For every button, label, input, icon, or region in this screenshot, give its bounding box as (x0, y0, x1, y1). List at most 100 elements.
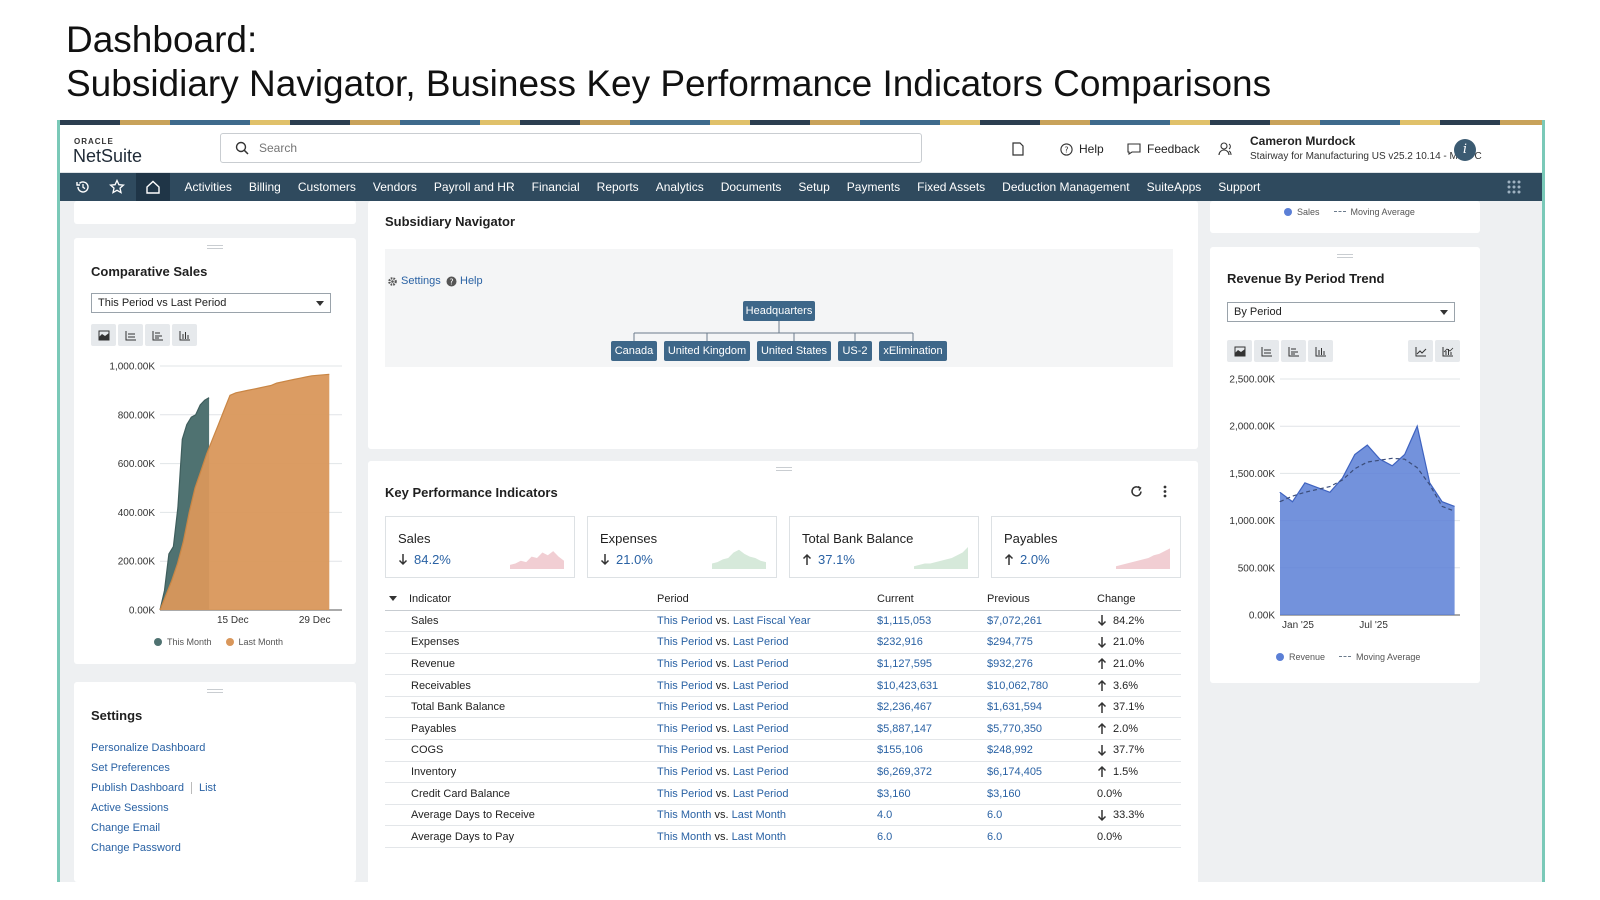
drag-handle[interactable] (776, 467, 792, 471)
previous-value-cell[interactable]: $6,174,405 (987, 761, 1097, 784)
column-header-previous[interactable]: Previous (987, 589, 1097, 611)
period-link[interactable]: This Period (657, 766, 713, 778)
column-chart-button[interactable] (1308, 340, 1333, 362)
publish-dashboard-link[interactable]: Publish Dashboard (91, 782, 184, 794)
nav-item[interactable]: Setup (790, 180, 838, 194)
subsidiary-help-link[interactable]: ? Help (446, 275, 483, 287)
compare-period-link[interactable]: Last Period (733, 636, 789, 648)
org-node-xelimination[interactable]: xElimination (879, 341, 947, 361)
column-header-indicator[interactable]: Indicator (385, 589, 657, 611)
drag-handle[interactable] (207, 245, 223, 249)
previous-value-cell[interactable]: $248,992 (987, 739, 1097, 762)
help-button[interactable]: ? Help (1060, 142, 1104, 156)
compare-period-link[interactable]: Last Fiscal Year (733, 615, 811, 627)
table-row[interactable]: Expenses This Period vs. Last Period $23… (385, 631, 1181, 654)
user-icon[interactable] (1218, 142, 1234, 156)
current-value-cell[interactable]: 4.0 (877, 804, 987, 827)
area-chart-button[interactable] (1227, 340, 1252, 362)
nav-item[interactable]: Documents (712, 180, 790, 194)
legend-moving-average[interactable]: Moving Average (1339, 652, 1420, 662)
org-node-us-2[interactable]: US-2 (838, 341, 872, 361)
table-row[interactable]: Payables This Period vs. Last Period $5,… (385, 717, 1181, 741)
kpi-card[interactable]: Expenses 21.0% (587, 516, 777, 578)
favorites-button[interactable] (100, 173, 134, 201)
global-search[interactable] (220, 133, 922, 163)
compare-period-link[interactable]: Last Period (733, 701, 789, 713)
drag-handle[interactable] (1337, 254, 1353, 258)
line-chart-button[interactable] (1254, 340, 1279, 362)
subsidiary-settings-link[interactable]: Settings (387, 275, 441, 287)
table-row[interactable]: Credit Card Balance This Period vs. Last… (385, 782, 1181, 805)
org-node-united-states[interactable]: United States (757, 341, 831, 361)
previous-value-cell[interactable]: $10,062,780 (987, 674, 1097, 697)
legend-last-month[interactable]: Last Month (225, 637, 283, 647)
current-value-cell[interactable]: $232,916 (877, 631, 987, 654)
previous-value-cell[interactable]: $932,276 (987, 653, 1097, 676)
period-link[interactable]: This Period (657, 744, 713, 756)
period-link[interactable]: This Period (657, 701, 713, 713)
bar-chart-button[interactable] (145, 324, 170, 346)
trendline-button[interactable] (1408, 340, 1433, 362)
table-row[interactable]: Average Days to Pay This Month vs. Last … (385, 825, 1181, 849)
legend-moving-average[interactable]: Moving Average (1333, 207, 1415, 217)
column-chart-button[interactable] (172, 324, 197, 346)
active-sessions-link[interactable]: Active Sessions (91, 802, 169, 814)
more-options-icon[interactable] (1163, 485, 1167, 498)
period-link[interactable]: This Month (657, 809, 711, 821)
recent-history-button[interactable] (66, 173, 100, 201)
bar-chart-button[interactable] (1281, 340, 1306, 362)
period-link[interactable]: This Period (657, 658, 713, 670)
nav-item[interactable]: Customers (289, 180, 364, 194)
line-chart-button[interactable] (118, 324, 143, 346)
previous-value-cell[interactable]: 6.0 (987, 804, 1097, 827)
current-value-cell[interactable]: $2,236,467 (877, 696, 987, 719)
user-role-context[interactable]: Stairway for Manufacturing US v25.2 10.1… (1250, 151, 1482, 162)
table-row[interactable]: Total Bank Balance This Period vs. Last … (385, 696, 1181, 719)
compare-period-link[interactable]: Last Period (733, 766, 789, 778)
kpi-card[interactable]: Total Bank Balance 37.1% (789, 516, 979, 578)
personalize-dashboard-link[interactable]: Personalize Dashboard (91, 742, 205, 754)
previous-value-cell[interactable]: $5,770,350 (987, 717, 1097, 741)
refresh-icon[interactable] (1130, 485, 1143, 498)
app-grid-icon[interactable] (1506, 179, 1522, 195)
org-node-canada[interactable]: Canada (611, 341, 657, 361)
current-value-cell[interactable]: $5,887,147 (877, 717, 987, 741)
table-row[interactable]: Revenue This Period vs. Last Period $1,1… (385, 653, 1181, 676)
legend-revenue[interactable]: Revenue (1276, 652, 1325, 662)
change-email-link[interactable]: Change Email (91, 822, 160, 834)
period-link[interactable]: This Period (657, 680, 713, 692)
period-link[interactable]: This Period (657, 615, 713, 627)
compare-period-link[interactable]: Last Month (732, 809, 786, 821)
nav-item[interactable]: Financial (523, 180, 588, 194)
legend-sales[interactable]: Sales (1284, 207, 1320, 217)
compare-period-link[interactable]: Last Period (733, 723, 789, 735)
recent-records-button[interactable] (1012, 142, 1024, 156)
table-row[interactable]: Sales This Period vs. Last Fiscal Year $… (385, 610, 1181, 633)
nav-item[interactable]: Payments (838, 180, 908, 194)
table-row[interactable]: Receivables This Period vs. Last Period … (385, 674, 1181, 697)
org-node-headquarters[interactable]: Headquarters (743, 301, 815, 321)
area-chart-button[interactable] (91, 324, 116, 346)
period-link[interactable]: This Period (657, 788, 713, 800)
period-select[interactable]: This Period vs Last Period (91, 293, 331, 313)
list-link[interactable]: List (199, 782, 216, 794)
nav-item[interactable]: SuiteApps (1138, 180, 1210, 194)
set-preferences-link[interactable]: Set Preferences (91, 762, 170, 774)
previous-value-cell[interactable]: 6.0 (987, 825, 1097, 849)
compare-period-link[interactable]: Last Month (732, 831, 786, 843)
collapse-icon[interactable] (389, 596, 397, 602)
info-icon[interactable]: i (1454, 139, 1476, 161)
nav-item[interactable]: Deduction Management (994, 180, 1138, 194)
netsuite-logo[interactable]: NetSuite (73, 146, 142, 167)
table-row[interactable]: Inventory This Period vs. Last Period $6… (385, 761, 1181, 784)
drag-handle[interactable] (207, 689, 223, 693)
combo-chart-button[interactable] (1435, 340, 1460, 362)
compare-period-link[interactable]: Last Period (733, 658, 789, 670)
change-password-link[interactable]: Change Password (91, 842, 181, 854)
nav-item[interactable]: Reports (588, 180, 647, 194)
feedback-button[interactable]: Feedback (1127, 142, 1200, 156)
nav-item[interactable]: Support (1210, 180, 1269, 194)
legend-this-month[interactable]: This Month (154, 637, 212, 647)
period-link[interactable]: This Period (657, 723, 713, 735)
nav-item[interactable]: Billing (240, 180, 289, 194)
